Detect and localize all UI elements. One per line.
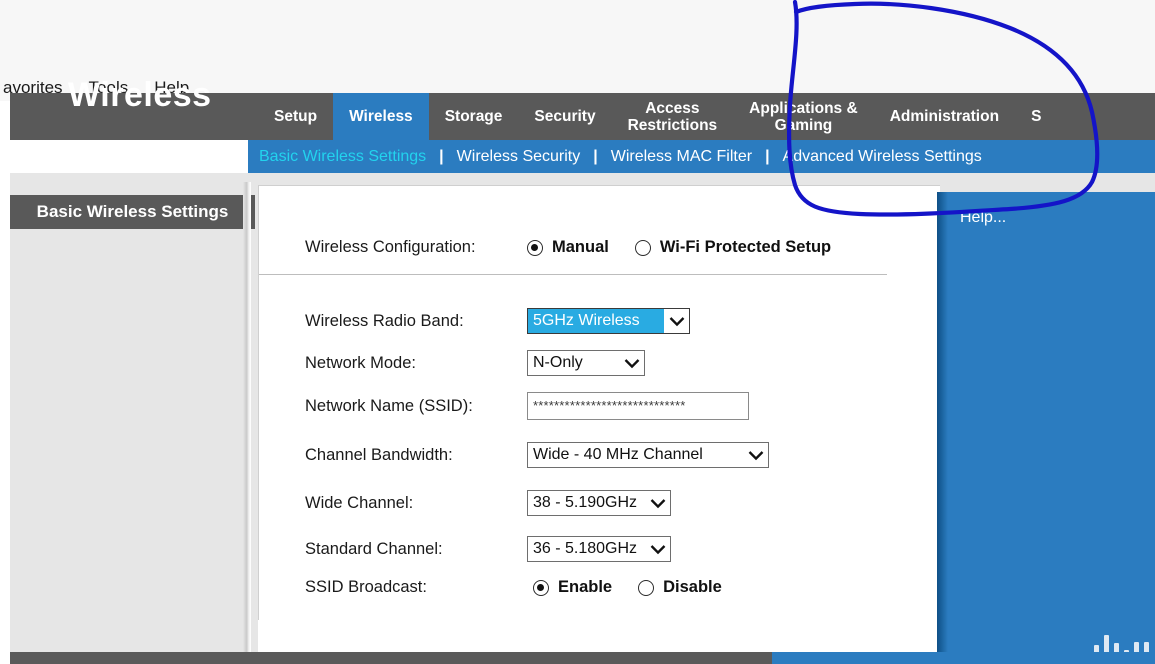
- chevron-down-icon[interactable]: [664, 309, 689, 333]
- radio-label-wifi-protected-setup: Wi-Fi Protected Setup: [659, 238, 832, 256]
- select-wireless-radio-band[interactable]: 5GHz Wireless: [527, 308, 690, 334]
- tab-setup[interactable]: Setup: [258, 93, 333, 140]
- label-standard-channel: Standard Channel:: [305, 539, 443, 558]
- chevron-down-icon[interactable]: [743, 443, 768, 467]
- help-panel: Help...: [937, 192, 1155, 664]
- router-header: Wireless Setup Wireless Storage Security…: [10, 76, 1155, 140]
- subnav-item-advanced-wireless-settings[interactable]: Advanced Wireless Settings: [783, 148, 982, 166]
- label-ssid-broadcast: SSID Broadcast:: [305, 578, 427, 596]
- sidebar-divider: [243, 182, 251, 652]
- row-wireless-radio-band: Wireless Radio Band: 5GHz Wireless: [305, 308, 690, 334]
- tab-security[interactable]: Security: [518, 93, 611, 140]
- radio-option-wifi-protected-setup[interactable]: Wi-Fi Protected Setup: [634, 238, 832, 257]
- secondary-nav-bar: Basic Wireless Settings | Wireless Secur…: [248, 140, 1155, 173]
- select-standard-channel[interactable]: 36 - 5.180GHz: [527, 536, 671, 562]
- radio-disable-icon[interactable]: [638, 579, 655, 596]
- subnav-separator: |: [593, 147, 598, 165]
- row-standard-channel: Standard Channel: 36 - 5.180GHz: [305, 536, 671, 562]
- form-panel-footer: [258, 620, 940, 652]
- footer-bar-blue: [772, 652, 1155, 664]
- subnav-separator: |: [765, 147, 770, 165]
- select-wide-channel[interactable]: 38 - 5.190GHz: [527, 490, 671, 516]
- section-title: Basic Wireless Settings: [10, 195, 255, 229]
- tab-storage[interactable]: Storage: [429, 93, 519, 140]
- radio-label-manual: Manual: [552, 238, 609, 256]
- row-network-mode: Network Mode: N-Only: [305, 350, 645, 376]
- screenshot-root: avorites Tools Help Wireless Setup Wirel…: [0, 0, 1155, 664]
- subnav-item-wireless-mac-filter[interactable]: Wireless MAC Filter: [611, 148, 752, 166]
- radio-option-manual[interactable]: Manual: [527, 238, 609, 257]
- help-link[interactable]: Help...: [960, 209, 1006, 227]
- row-wide-channel: Wide Channel: 38 - 5.190GHz: [305, 490, 671, 516]
- label-channel-bandwidth: Channel Bandwidth:: [305, 445, 453, 464]
- tab-wireless[interactable]: Wireless: [333, 93, 429, 140]
- chevron-down-icon[interactable]: [619, 351, 644, 375]
- input-network-name[interactable]: *****************************: [527, 392, 749, 420]
- label-wide-channel: Wide Channel:: [305, 493, 414, 512]
- chevron-down-icon[interactable]: [645, 491, 670, 515]
- select-network-mode-value: N-Only: [533, 354, 583, 371]
- radio-label-disable: Disable: [663, 578, 722, 596]
- select-network-mode[interactable]: N-Only: [527, 350, 645, 376]
- settings-form-panel: Wireless Configuration: Manual Wi-Fi Pro…: [258, 185, 940, 652]
- select-wireless-radio-band-value: 5GHz Wireless: [528, 309, 664, 333]
- radio-group-ssid-broadcast: Enable Disable: [533, 578, 748, 597]
- radio-manual-icon[interactable]: [527, 239, 543, 256]
- subnav-item-wireless-security[interactable]: Wireless Security: [457, 148, 581, 166]
- footer-bar-gray: [10, 652, 772, 664]
- label-wireless-radio-band: Wireless Radio Band:: [305, 311, 464, 330]
- page-title: Wireless: [68, 76, 212, 114]
- radio-group-wireless-configuration: Manual Wi-Fi Protected Setup: [527, 238, 857, 257]
- select-wide-channel-value: 38 - 5.190GHz: [533, 494, 638, 511]
- label-wireless-configuration: Wireless Configuration:: [305, 238, 476, 256]
- left-sidebar: [10, 180, 247, 652]
- radio-label-enable: Enable: [558, 578, 613, 596]
- tab-applications-gaming[interactable]: Applications & Gaming: [733, 93, 874, 140]
- radio-option-disable[interactable]: Disable: [638, 578, 722, 597]
- row-ssid-broadcast: SSID Broadcast: Enable Disable: [305, 578, 748, 597]
- label-network-mode: Network Mode:: [305, 353, 416, 372]
- tab-administration[interactable]: Administration: [874, 93, 1015, 140]
- tab-status[interactable]: S: [1015, 93, 1057, 140]
- primary-tab-bar: Setup Wireless Storage Security Access R…: [258, 93, 1057, 140]
- subnav-separator: |: [439, 147, 444, 165]
- label-network-name: Network Name (SSID):: [305, 396, 473, 415]
- radio-enable-icon[interactable]: [533, 579, 549, 596]
- row-network-name: Network Name (SSID): *******************…: [305, 392, 749, 420]
- subnav-item-basic-wireless-settings[interactable]: Basic Wireless Settings: [259, 148, 426, 166]
- select-channel-bandwidth[interactable]: Wide - 40 MHz Channel: [527, 442, 769, 468]
- radio-wifi-protected-setup-icon[interactable]: [634, 239, 651, 256]
- select-standard-channel-value: 36 - 5.180GHz: [533, 540, 638, 557]
- chevron-down-icon[interactable]: [645, 537, 670, 561]
- radio-option-enable[interactable]: Enable: [533, 578, 612, 597]
- select-channel-bandwidth-value: Wide - 40 MHz Channel: [533, 446, 703, 463]
- tab-access-restrictions[interactable]: Access Restrictions: [612, 93, 734, 140]
- row-wireless-configuration: Wireless Configuration: Manual Wi-Fi Pro…: [305, 238, 857, 257]
- row-channel-bandwidth: Channel Bandwidth: Wide - 40 MHz Channel: [305, 442, 769, 468]
- form-divider: [259, 274, 887, 275]
